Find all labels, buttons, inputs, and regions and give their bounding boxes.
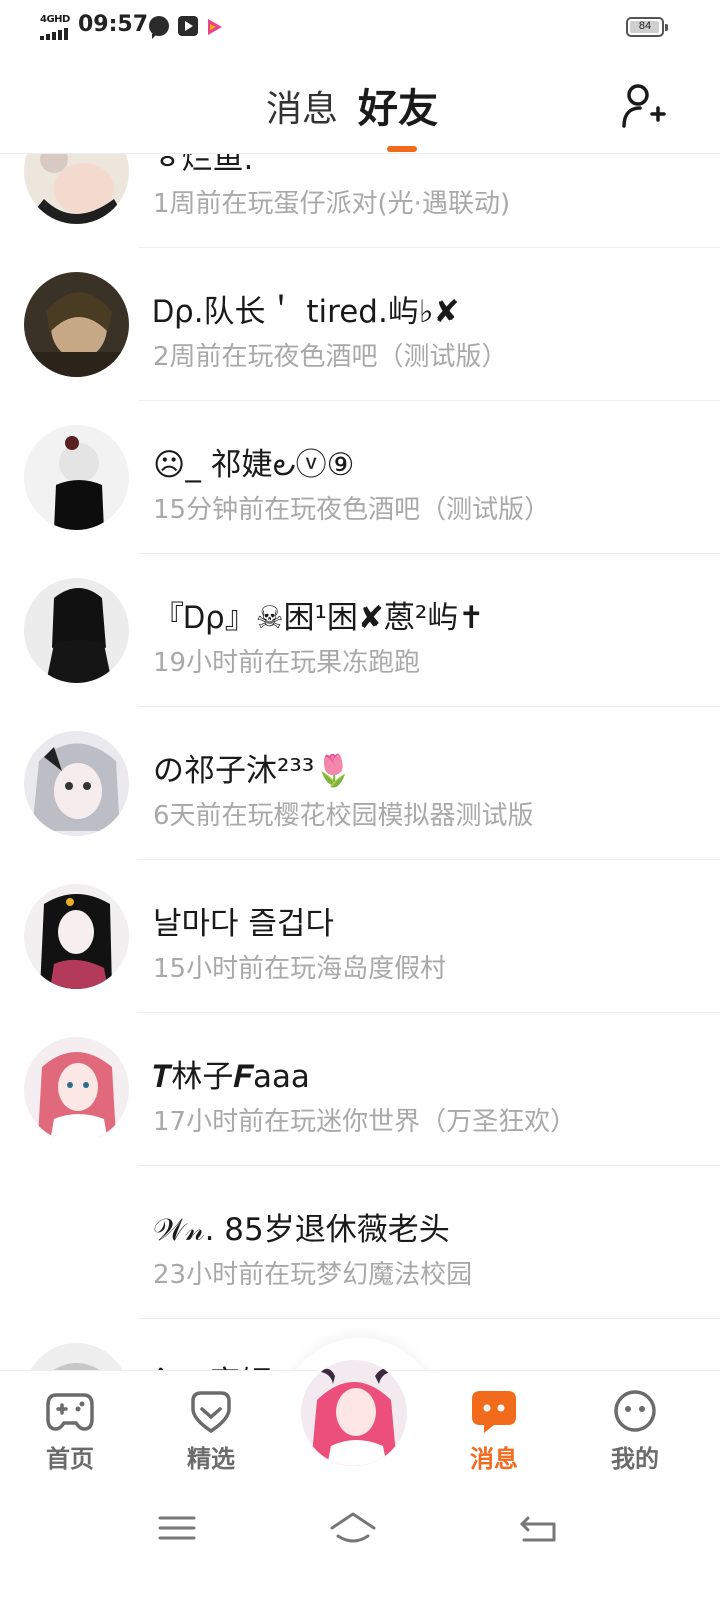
smiley-icon: [614, 1390, 656, 1432]
tab-friends[interactable]: 好友: [358, 76, 438, 134]
friend-name: 『Ꭰρ』☠困¹困✘蒽²屿✝: [153, 600, 485, 636]
friend-row[interactable]: 날마다 즐겁다 15小时前在玩海岛度假村: [0, 860, 720, 1013]
active-tab-indicator: [387, 146, 417, 152]
avatar[interactable]: [24, 1190, 129, 1295]
add-friend-icon[interactable]: [618, 80, 668, 130]
friend-status: 15分钟前在玩夜色酒吧（测试版）: [153, 495, 551, 525]
friend-row[interactable]: Ꭰρ.队长＇ tired.屿♭✘ 2周前在玩夜色酒吧（测试版）: [0, 248, 720, 401]
battery-level: 84: [638, 20, 652, 32]
message-icon: [472, 1391, 516, 1433]
center-avatar-button[interactable]: [298, 1357, 410, 1469]
friend-name: の祁子沐²³³🌷: [153, 753, 353, 789]
friend-name: Ꭰρ.队长＇ tired.屿♭✘: [153, 294, 460, 330]
avatar[interactable]: [24, 1343, 129, 1371]
nav-label: 消息: [470, 1445, 518, 1473]
friend-name: ㅎ烂鱼.: [153, 153, 254, 177]
system-nav-bar: [0, 1480, 720, 1600]
friend-name: 𝑻林子𝑭aaa: [153, 1059, 310, 1095]
friend-status: 15小时前在玩海岛度假村: [153, 954, 447, 984]
avatar[interactable]: [24, 272, 129, 377]
heart-badge-icon: [191, 1391, 231, 1433]
nav-label: 精选: [187, 1445, 235, 1473]
friend-status: 2周前在玩夜色酒吧（测试版）: [153, 342, 508, 372]
video-icon: [178, 16, 198, 36]
play-store-icon: [208, 19, 222, 35]
nav-profile[interactable]: 我的: [575, 1371, 695, 1481]
network-signal-icon: 4GHD: [40, 14, 74, 40]
tab-messages[interactable]: 消息: [266, 80, 338, 132]
friend-row[interactable]: ☹_ 祁婕౿ⓥ⑨ 15分钟前在玩夜色酒吧（测试版）: [0, 401, 720, 554]
network-type: 4GHD: [40, 14, 70, 25]
friend-status: 1周前在玩蛋仔派对(光·遇联动): [153, 189, 511, 219]
avatar[interactable]: [24, 153, 129, 224]
friend-row[interactable]: 『Ꭰρ』☠困¹困✘蒽²屿✝ 19小时前在玩果冻跑跑: [0, 554, 720, 707]
avatar[interactable]: [24, 884, 129, 989]
friend-name: ☹_ 祁婕౿ⓥ⑨: [153, 447, 355, 483]
clock: 09:57: [78, 12, 149, 37]
battery-icon: 84: [626, 17, 668, 37]
friend-status: 17小时前在玩迷你世界（万圣狂欢）: [153, 1107, 577, 1137]
avatar[interactable]: [24, 578, 129, 683]
header: 消息 好友: [0, 54, 720, 154]
status-bar: 4GHD 09:57 84: [0, 0, 720, 54]
friend-name: ˆ to家妍: [153, 1357, 271, 1371]
friend-row[interactable]: 𝑻林子𝑭aaa 17小时前在玩迷你世界（万圣狂欢）: [0, 1013, 720, 1166]
avatar[interactable]: [24, 425, 129, 530]
gamepad-icon: [46, 1393, 94, 1431]
friend-status: 6天前在玩樱花校园模拟器测试版: [153, 801, 534, 831]
nav-home[interactable]: 首页: [10, 1371, 130, 1481]
friend-list[interactable]: ㅎ烂鱼. 1周前在玩蛋仔派对(光·遇联动) Ꭰρ.队长＇ tired.屿♭✘ 2…: [0, 153, 720, 1371]
friend-name: 𝒲𝓃. 85岁退休薇老头: [153, 1212, 450, 1248]
friend-status: 23小时前在玩梦幻魔法校园: [153, 1260, 473, 1290]
nav-label: 首页: [46, 1445, 94, 1473]
menu-icon[interactable]: [152, 1508, 202, 1548]
friend-row[interactable]: ㅎ烂鱼. 1周前在玩蛋仔派对(光·遇联动): [0, 153, 720, 248]
friend-name: 날마다 즐겁다: [153, 906, 334, 942]
chat-bubble-icon: [149, 16, 169, 39]
avatar[interactable]: [24, 731, 129, 836]
nav-featured[interactable]: 精选: [151, 1371, 271, 1481]
friend-status: 19小时前在玩果冻跑跑: [153, 648, 421, 678]
back-icon[interactable]: [514, 1508, 564, 1548]
friend-row[interactable]: の祁子沐²³³🌷 6天前在玩樱花校园模拟器测试版: [0, 707, 720, 860]
home-icon[interactable]: [328, 1508, 378, 1548]
friend-row[interactable]: 𝒲𝓃. 85岁退休薇老头 23小时前在玩梦幻魔法校园: [0, 1166, 720, 1319]
nav-label: 我的: [611, 1445, 659, 1473]
avatar[interactable]: [24, 1037, 129, 1142]
nav-messages[interactable]: 消息: [434, 1371, 554, 1481]
